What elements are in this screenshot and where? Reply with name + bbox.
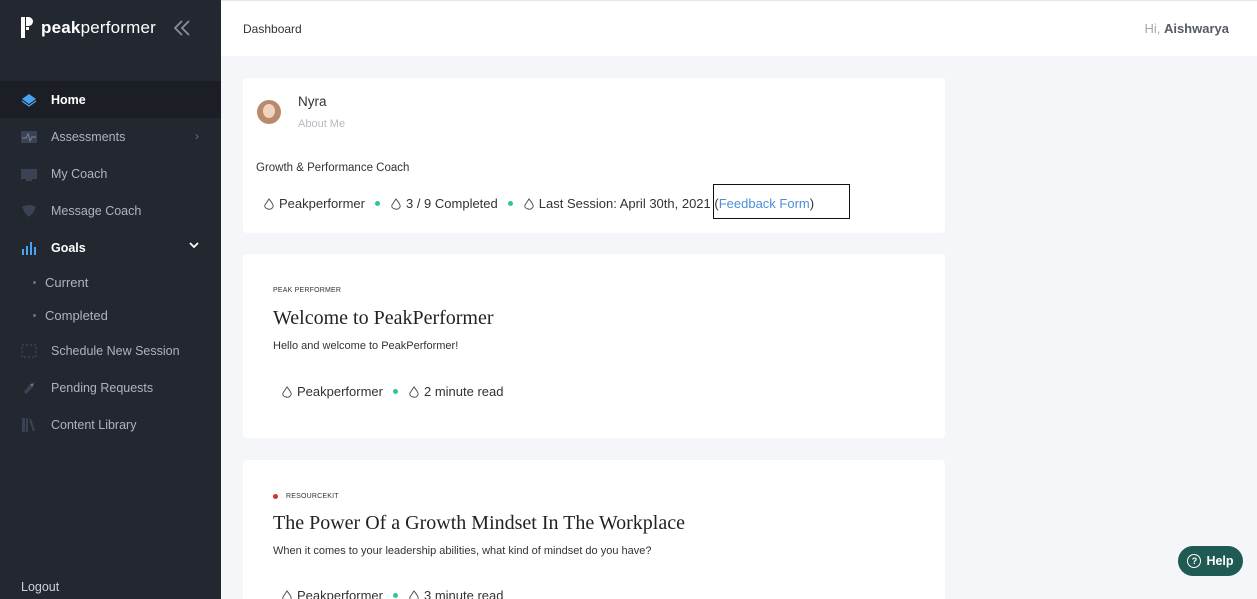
coach-card: Nyra About Me Growth & Performance Coach… [243, 78, 945, 233]
article-author: Peakperformer [297, 384, 383, 399]
sidebar-item-label: My Coach [51, 166, 108, 181]
user-greeting[interactable]: Hi, Aishwarya [1144, 21, 1229, 36]
logo-mark-icon [21, 17, 34, 38]
bullet-icon [33, 314, 36, 317]
sidebar-item-pending-requests[interactable]: Pending Requests [0, 369, 221, 406]
tag-dot-icon [273, 494, 278, 499]
read-time: 2 minute read [423, 384, 504, 399]
about-me-link[interactable]: About Me [298, 118, 345, 130]
article-meta: Peakperformer 3 minute read [281, 588, 503, 599]
collapse-sidebar-icon[interactable] [172, 18, 192, 38]
article-description: When it comes to your leadership abiliti… [273, 545, 652, 557]
sidebar-item-label: Home [51, 92, 86, 107]
sidebar-item-my-coach[interactable]: My Coach [0, 155, 221, 192]
coach-name: Nyra [298, 94, 327, 109]
article-title[interactable]: The Power Of a Growth Mindset In The Wor… [273, 512, 685, 535]
top-header: Dashboard Hi, Aishwarya [221, 0, 1257, 56]
sidebar-item-label: Assessments [51, 129, 126, 144]
article-card[interactable]: RESOURCEKIT The Power Of a Growth Mindse… [243, 460, 945, 599]
sidebar-subitem-label: Current [45, 275, 89, 290]
article-tag: PEAK PERFORMER [273, 287, 342, 294]
sidebar-item-label: Content Library [51, 417, 137, 432]
calendar-icon [21, 343, 37, 358]
bar-chart-icon [21, 241, 37, 255]
user-name: Aishwarya [1163, 21, 1229, 36]
sidebar: peakperformer Home Assessments › My Coac… [0, 0, 221, 599]
sidebar-item-label: Goals [51, 240, 86, 255]
chevron-right-icon: › [195, 129, 199, 143]
sidebar-item-label: Message Coach [51, 203, 142, 218]
help-button[interactable]: ? Help [1178, 546, 1243, 576]
sidebar-item-message-coach[interactable]: Message Coach [0, 192, 221, 229]
sidebar-item-goals[interactable]: Goals [0, 229, 221, 266]
brand-name: peakperformer [41, 17, 157, 37]
drop-icon [281, 385, 293, 398]
coach-title: Growth & Performance Coach [256, 162, 410, 174]
article-card[interactable]: PEAK PERFORMER Welcome to PeakPerformer … [243, 254, 945, 438]
drop-icon [408, 385, 420, 398]
session-progress: 3 / 9 Completed [405, 196, 498, 211]
separator-dot [507, 201, 513, 206]
feedback-highlight-box [713, 184, 850, 219]
chat-icon [21, 204, 37, 218]
sidebar-item-label: Schedule New Session [51, 343, 180, 358]
chevron-down-icon [189, 240, 199, 252]
separator-dot [392, 389, 398, 394]
sidebar-subitem-current[interactable]: Current [0, 266, 221, 299]
article-author: Peakperformer [297, 588, 383, 599]
drop-icon [523, 197, 535, 210]
article-meta: Peakperformer 2 minute read [281, 384, 503, 399]
sidebar-nav: Home Assessments › My Coach Message Coac… [0, 81, 221, 443]
coach-org: Peakperformer [279, 196, 365, 211]
diamond-icon [21, 93, 37, 107]
sidebar-item-assessments[interactable]: Assessments › [0, 118, 221, 155]
separator-dot [374, 201, 380, 206]
read-time: 3 minute read [423, 588, 504, 599]
separator-dot [392, 593, 398, 598]
article-description: Hello and welcome to PeakPerformer! [273, 340, 459, 352]
article-title[interactable]: Welcome to PeakPerformer [273, 307, 494, 330]
sidebar-subitem-label: Completed [45, 308, 108, 323]
drop-icon [408, 589, 420, 599]
bullet-icon [33, 281, 36, 284]
article-tag: RESOURCEKIT [273, 493, 339, 500]
monitor-icon [21, 167, 37, 181]
drop-icon [281, 589, 293, 599]
pulse-icon [21, 130, 37, 144]
breadcrumb[interactable]: Dashboard [243, 22, 302, 36]
sidebar-item-content-library[interactable]: Content Library [0, 406, 221, 443]
avatar[interactable] [257, 100, 281, 124]
drop-icon [390, 197, 402, 210]
books-icon [21, 417, 37, 432]
drop-icon [263, 197, 275, 210]
logout-link[interactable]: Logout [21, 580, 59, 594]
sidebar-item-label: Pending Requests [51, 380, 154, 395]
sidebar-item-home[interactable]: Home [0, 81, 221, 118]
question-icon: ? [1187, 554, 1202, 568]
sidebar-subitem-completed[interactable]: Completed [0, 299, 221, 332]
brand-logo[interactable]: peakperformer [21, 17, 156, 38]
last-session-text: Last Session: April 30th, 2021 ( [538, 196, 719, 211]
sidebar-item-schedule-new-session[interactable]: Schedule New Session [0, 332, 221, 369]
rocket-icon [21, 381, 37, 395]
